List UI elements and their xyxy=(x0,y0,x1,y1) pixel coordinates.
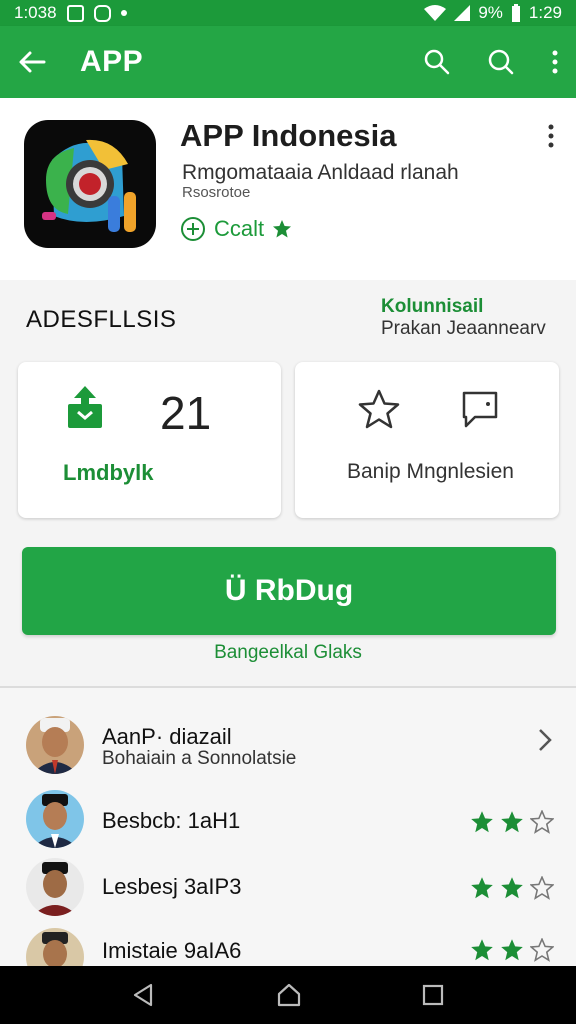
install-button[interactable]: Ü RbDug xyxy=(22,547,556,635)
star-empty-icon xyxy=(530,876,554,900)
chevron-right-icon[interactable] xyxy=(538,728,552,752)
app-logo-icon xyxy=(24,120,156,248)
avatar xyxy=(26,790,84,848)
comment-icon[interactable] xyxy=(461,390,499,430)
app-bar-title: APP xyxy=(80,45,144,78)
wifi-icon xyxy=(424,5,447,21)
star-rating xyxy=(470,810,554,834)
app-bar: APP xyxy=(0,26,576,98)
reviewer-name: Besbcb: 1aH1 xyxy=(102,808,241,833)
reviewer-name: Lesbesj 3aIP3 xyxy=(102,874,242,899)
download-icon xyxy=(68,386,102,428)
details-section: ADESFLLSIS Kolunnisail Prakan Jeaannearv… xyxy=(0,280,576,686)
avatar xyxy=(26,716,84,774)
back-arrow-icon[interactable] xyxy=(18,50,46,74)
section-right-subtitle: Prakan Jeaannearv xyxy=(381,318,546,339)
app-more-icon[interactable] xyxy=(548,124,554,148)
status-time-right: 1:29 xyxy=(528,3,562,22)
list-item[interactable]: AanP· diazail Bohaiain a Sonnolatsie xyxy=(0,712,576,782)
section-title: ADESFLLSIS xyxy=(26,306,177,333)
reviewer-subtitle: Bohaiain a Sonnolatsie xyxy=(102,748,297,769)
nav-recents-icon[interactable] xyxy=(421,983,445,1007)
nav-back-icon[interactable] xyxy=(131,982,157,1008)
rating-badge: Ccalt xyxy=(180,216,292,242)
search-alt-icon[interactable] xyxy=(488,49,514,75)
star-filled-icon xyxy=(471,877,493,899)
star-filled-icon xyxy=(501,811,523,833)
camera-notification-icon xyxy=(93,4,111,22)
app-subtitle: Rsosrotoe xyxy=(182,184,251,201)
app-name: APP Indonesia xyxy=(180,118,397,153)
star-empty-icon xyxy=(530,810,554,834)
star-filled-icon xyxy=(501,939,523,961)
status-time-left: 1:038 xyxy=(14,3,57,22)
status-bar: 1:038 9% 1:29 xyxy=(0,0,576,26)
star-filled-icon xyxy=(471,939,493,961)
app-header: APP Indonesia Rmgomataaia Anldaad rlanah… xyxy=(0,98,576,280)
download-count: 21 xyxy=(160,387,212,439)
star-rating xyxy=(470,938,554,962)
star-filled-icon xyxy=(501,877,523,899)
plus-circle-icon xyxy=(181,217,205,241)
dot-icon xyxy=(120,10,127,16)
notification-icon xyxy=(66,4,84,22)
reviewer-name: AanP· diazail xyxy=(102,724,232,749)
star-filled-icon xyxy=(471,811,493,833)
star-outline-icon[interactable] xyxy=(357,388,401,430)
reviews-list: AanP· diazail Bohaiain a Sonnolatsie Bes… xyxy=(0,688,576,986)
app-developer[interactable]: Rmgomataaia Anldaad rlanah xyxy=(182,161,459,185)
star-icon xyxy=(273,220,292,238)
install-note[interactable]: Bangeelkal Glaks xyxy=(0,642,576,664)
download-label: Lmdbylk xyxy=(63,460,154,485)
rating-label: Ccalt xyxy=(214,216,265,241)
reviewer-name: Imistaie 9aIA6 xyxy=(102,938,242,963)
section-right-title[interactable]: Kolunnisail xyxy=(381,296,483,318)
list-item[interactable]: Imistaie 9aIA6 xyxy=(0,924,576,986)
wishlist-card[interactable]: Banip Mngnlesien xyxy=(295,362,559,518)
star-empty-icon xyxy=(530,938,554,962)
avatar xyxy=(26,858,84,916)
wishlist-label: Banip Mngnlesien xyxy=(347,460,514,483)
list-item[interactable]: Lesbesj 3aIP3 xyxy=(0,856,576,920)
nav-home-icon[interactable] xyxy=(276,982,302,1008)
battery-icon xyxy=(511,4,520,22)
downloads-card[interactable]: 21 Lmdbylk xyxy=(18,362,281,518)
overflow-menu-icon[interactable] xyxy=(552,50,558,74)
search-icon[interactable] xyxy=(424,49,450,75)
signal-icon xyxy=(454,5,471,21)
battery-percent: 9% xyxy=(478,3,503,22)
system-nav-bar xyxy=(0,966,576,1024)
star-rating xyxy=(470,876,554,900)
list-item[interactable]: Besbcb: 1aH1 xyxy=(0,788,576,852)
